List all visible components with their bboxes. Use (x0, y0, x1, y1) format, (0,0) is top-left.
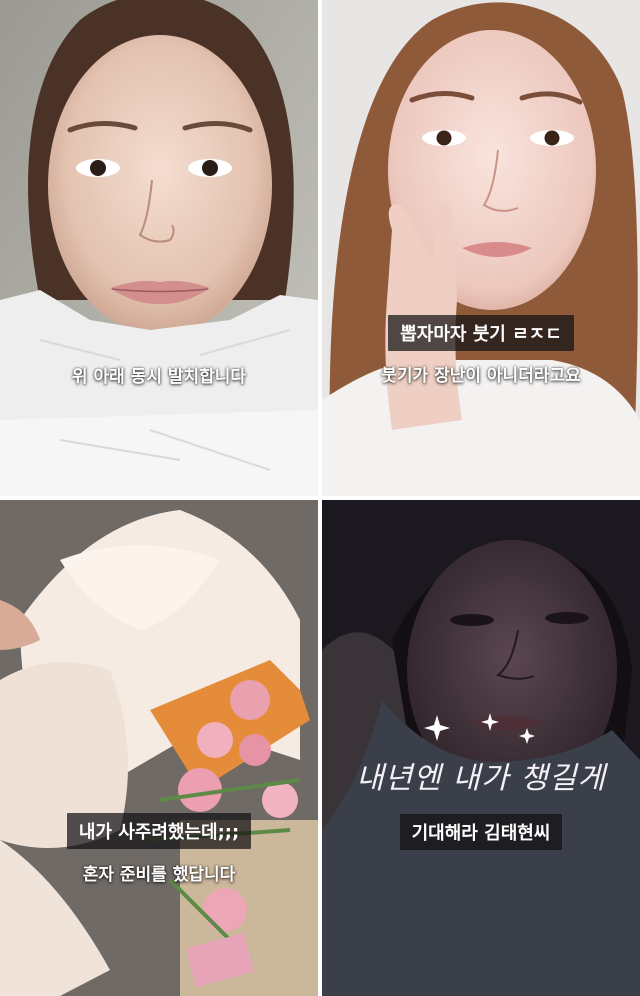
night-photo-panel: 내년엔 내가 챙길게 기대해라 김태현씨 (322, 500, 640, 996)
swelling-photo (322, 0, 640, 496)
extraction-photo (0, 0, 318, 496)
photo-collage: 위 아래 동시 발치합니다 뽑자마자 붓기 ㄹㅈㄷ 붓기가 장난이 아니더라고요… (0, 0, 640, 996)
caption-line: 혼자 준비를 했답니다 (82, 865, 236, 885)
swelling-photo-panel: 뽑자마자 붓기 ㄹㅈㄷ 붓기가 장난이 아니더라고요 (322, 0, 640, 496)
bouquet-photo (0, 500, 318, 996)
caption-line: 붓기가 장난이 아니더라고요 (381, 366, 581, 386)
bouquet-photo-panel: 내가 사주려했는데;;; 혼자 준비를 했답니다 (0, 500, 318, 996)
caption-line: 내년엔 내가 챙길게 (356, 761, 606, 796)
extraction-photo-panel: 위 아래 동시 발치합니다 (0, 0, 318, 496)
night-photo (322, 500, 640, 996)
caption-line: 내가 사주려했는데;;; (0, 813, 318, 849)
caption-line: 위 아래 동시 발치합니다 (71, 367, 247, 387)
caption-line: 뽑자마자 붓기 ㄹㅈㄷ (322, 315, 640, 351)
caption-line: 기대해라 김태현씨 (322, 814, 640, 850)
